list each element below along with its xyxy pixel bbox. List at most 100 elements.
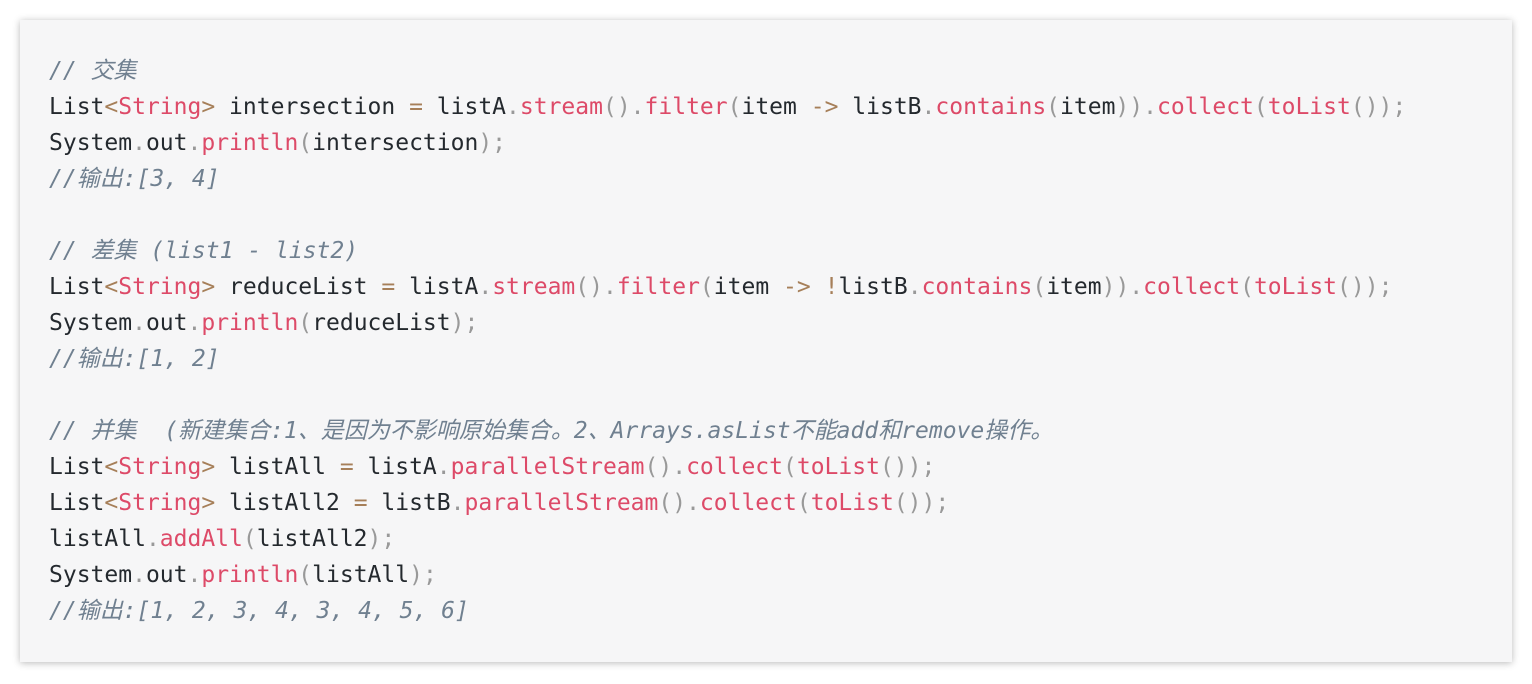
punctuation-token: )). — [1115, 94, 1157, 120]
comment-token: //输出:[1, 2, 3, 4, 3, 4, 5, 6] — [49, 598, 469, 624]
operator-token: < — [104, 454, 119, 480]
function-token: contains — [921, 274, 1033, 300]
code-token: listA — [353, 454, 437, 480]
punctuation-token: (). — [644, 454, 687, 480]
punctuation-token: ); — [367, 526, 396, 552]
function-token: parallelStream — [464, 490, 659, 516]
operator-token: -> — [783, 274, 811, 300]
code-block: // 交集 List<String> intersection = listA.s… — [20, 20, 1512, 662]
code-token: List — [49, 490, 105, 516]
code-token: listB — [367, 490, 451, 516]
punctuation-token: ()); — [893, 490, 950, 516]
punctuation-token: ()); — [1337, 274, 1393, 300]
operator-token: > — [201, 274, 216, 300]
code-line: List<String> listAll2 = listB.parallelSt… — [49, 485, 1406, 521]
code-line: // 并集 (新建集合:1、是因为不影响原始集合。2、Arrays.asList… — [49, 413, 1406, 449]
code-line: //输出:[1, 2] — [49, 341, 1406, 377]
punctuation-token: (). — [658, 490, 700, 516]
code-token: item — [1060, 94, 1116, 120]
punctuation-token: ( — [298, 310, 313, 336]
function-token: toList — [796, 454, 880, 480]
function-token: filter — [644, 94, 728, 120]
code-line: List<String> intersection = listA.stream… — [49, 89, 1406, 125]
code-line: System.out.println(reduceList); — [49, 305, 1406, 341]
comment-token: //输出:[3, 4] — [49, 166, 220, 192]
function-token: parallelStream — [450, 454, 645, 480]
punctuation-token: . — [450, 490, 465, 516]
function-token: println — [201, 130, 299, 156]
code-token: List — [49, 274, 105, 300]
function-token: filter — [616, 274, 700, 300]
code-token: item — [713, 274, 784, 300]
code-token: listAll — [49, 526, 146, 552]
code-token: item — [1046, 274, 1102, 300]
operator-token: < — [104, 94, 119, 120]
code-token: intersection — [312, 130, 479, 156]
operator-token: = — [353, 490, 368, 516]
code-token: listB — [838, 274, 908, 300]
punctuation-token: (). — [602, 94, 645, 120]
code-token: out — [145, 310, 188, 336]
code-token: listA — [422, 94, 507, 120]
code-token: listA — [395, 274, 479, 300]
function-token: contains — [935, 94, 1047, 120]
punctuation-token: . — [907, 274, 922, 300]
comment-token: // 差集 (list1 - list2) — [49, 238, 359, 264]
comment-token: // 并集 (新建集合:1、是因为不影响原始集合。2、Arrays.asList… — [49, 418, 1054, 444]
code-token: System — [49, 310, 133, 336]
operator-token: > — [201, 454, 216, 480]
punctuation-token: ); — [409, 562, 437, 588]
punctuation-token: . — [187, 130, 202, 156]
function-token: String — [118, 490, 202, 516]
code-line: // 交集 — [49, 53, 1406, 89]
code-token: reduceList — [215, 274, 382, 300]
function-token: collect — [1143, 274, 1241, 300]
function-token: collect — [686, 454, 783, 480]
operator-token: -> — [810, 94, 839, 120]
code-line: listAll.addAll(listAll2); — [49, 521, 1406, 557]
code-token: System — [49, 562, 133, 588]
function-token: stream — [519, 94, 603, 120]
function-token: println — [201, 310, 299, 336]
operator-token: = — [339, 454, 354, 480]
code-token: listB — [838, 94, 922, 120]
code-token: item — [741, 94, 811, 120]
code-line: //输出:[1, 2, 3, 4, 3, 4, 5, 6] — [49, 593, 1406, 629]
comment-token: // 交集 — [49, 58, 137, 84]
function-token: toList — [1267, 94, 1351, 120]
function-token: stream — [492, 274, 576, 300]
punctuation-token: . — [132, 130, 146, 156]
operator-token: > — [201, 490, 216, 516]
punctuation-token: ( — [1046, 94, 1061, 120]
function-token: String — [118, 454, 202, 480]
punctuation-token: ()); — [879, 454, 936, 480]
punctuation-token: . — [478, 274, 493, 300]
code-token: reduceList — [312, 310, 451, 336]
punctuation-token: ()); — [1350, 94, 1407, 120]
function-token: String — [118, 94, 202, 120]
code-token: listAll — [312, 562, 410, 588]
operator-token: < — [104, 274, 119, 300]
punctuation-token: ( — [727, 94, 742, 120]
punctuation-token: . — [187, 310, 202, 336]
code-line: // 差集 (list1 - list2) — [49, 233, 1406, 269]
operator-token: > — [201, 94, 216, 120]
code-body: // 交集 List<String> intersection = listA.s… — [49, 53, 1406, 629]
code-token: intersection — [215, 94, 410, 120]
code-token: listAll2 — [215, 490, 354, 516]
punctuation-token: . — [132, 310, 146, 336]
punctuation-token: )). — [1101, 274, 1144, 300]
code-token: System — [49, 130, 133, 156]
code-line: System.out.println(intersection); — [49, 125, 1406, 161]
punctuation-token: ( — [783, 454, 797, 480]
operator-token: = — [409, 94, 423, 120]
code-line: List<String> listAll = listA.parallelStr… — [49, 449, 1406, 485]
punctuation-token: (). — [575, 274, 617, 300]
operator-token: < — [104, 490, 119, 516]
code-token: List — [49, 94, 105, 120]
function-token: toList — [1253, 274, 1338, 300]
code-token: listAll — [215, 454, 340, 480]
function-token: collect — [699, 490, 797, 516]
